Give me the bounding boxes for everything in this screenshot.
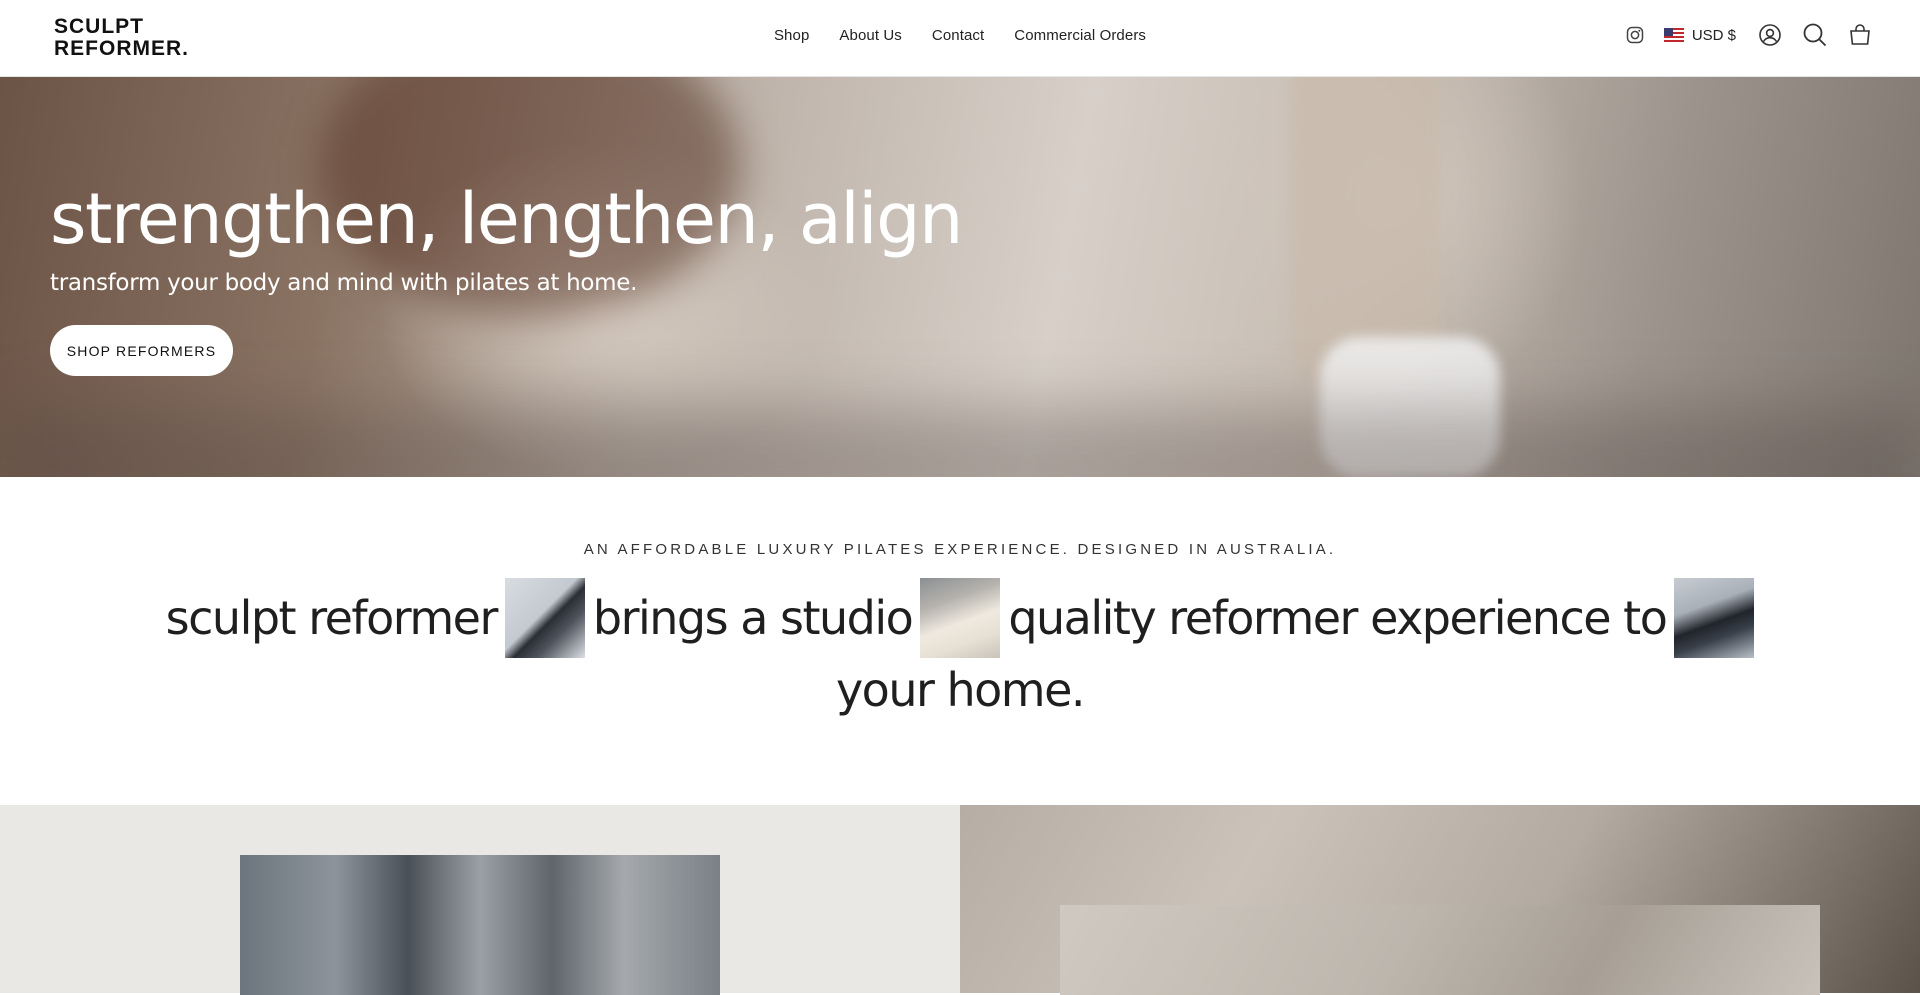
- currency-label: USD $: [1691, 26, 1736, 44]
- statement-segment-1: sculpt reformer: [165, 591, 499, 645]
- header-actions: USD $: [1626, 22, 1872, 48]
- account-icon[interactable]: [1758, 23, 1782, 47]
- currency-selector[interactable]: USD $: [1663, 26, 1736, 44]
- search-icon[interactable]: [1802, 22, 1828, 48]
- hero-headline: strengthen, lengthen, align: [50, 178, 963, 260]
- intro-statement: sculpt reformer brings a studio quality …: [0, 578, 1920, 726]
- intro-eyebrow: AN AFFORDABLE LUXURY PILATES EXPERIENCE.…: [583, 541, 1337, 558]
- us-flag-icon: [1663, 28, 1684, 42]
- gym-photo: [240, 855, 720, 995]
- statement-thumbnail-3: [1674, 578, 1755, 658]
- nav-item-about-us[interactable]: About Us: [839, 27, 902, 44]
- statement-thumbnail-1: [504, 578, 585, 658]
- intro-section: AN AFFORDABLE LUXURY PILATES EXPERIENCE.…: [0, 477, 1920, 805]
- hero-banner: strengthen, lengthen, align transform yo…: [0, 77, 1920, 477]
- statement-thumbnail-2: [920, 578, 1001, 658]
- hero-image-floor: [0, 407, 1920, 477]
- statement-segment-3: quality reformer experience to: [1008, 591, 1668, 645]
- instagram-icon[interactable]: [1626, 26, 1644, 44]
- feature-panel-left: [0, 805, 960, 995]
- statement-line-2: your home.: [0, 654, 1920, 726]
- lifestyle-photo: [1060, 905, 1820, 995]
- statement-segment-2: brings a studio: [592, 591, 914, 645]
- cart-icon[interactable]: [1848, 23, 1872, 47]
- feature-panel-right: [960, 805, 1920, 995]
- site-header: SCULPT REFORMER. Shop About Us Contact C…: [0, 0, 1920, 77]
- nav-item-contact[interactable]: Contact: [932, 27, 984, 44]
- nav-item-commercial-orders[interactable]: Commercial Orders: [1014, 27, 1146, 44]
- statement-segment-4: your home.: [835, 663, 1086, 717]
- hero-subheadline: transform your body and mind with pilate…: [50, 270, 638, 296]
- nav-item-shop[interactable]: Shop: [774, 27, 809, 44]
- shop-reformers-button[interactable]: SHOP REFORMERS: [50, 325, 233, 376]
- statement-line-1: sculpt reformer brings a studio quality …: [0, 578, 1920, 658]
